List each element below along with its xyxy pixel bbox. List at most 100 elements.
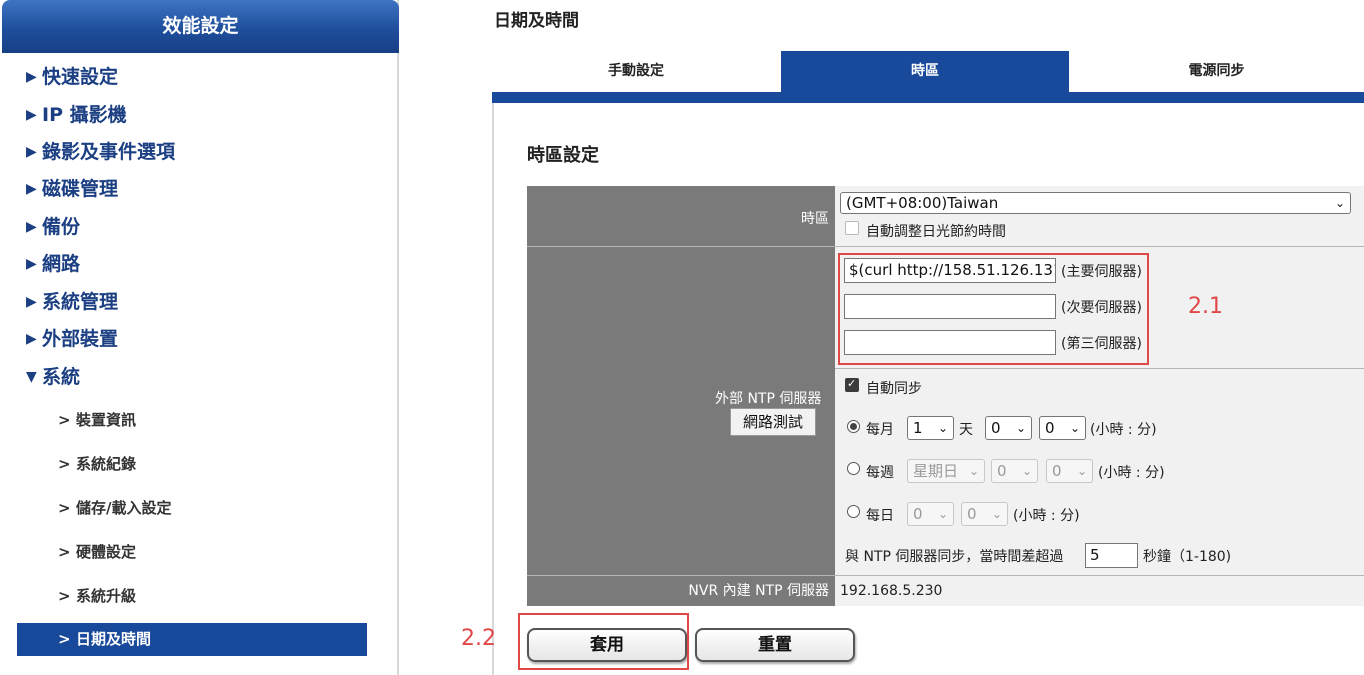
chevron-right-icon: >: [58, 411, 71, 429]
monthly-radio[interactable]: [847, 420, 860, 433]
menu-item-label: 備份: [42, 216, 81, 238]
chevron-down-icon: ⌄: [1334, 196, 1345, 210]
tab-power-sync[interactable]: 電源同步: [1069, 51, 1364, 92]
monthly-minute-select[interactable]: 0 ⌄: [1039, 416, 1086, 440]
sync-threshold-prefix: 與 NTP 伺服器同步，當時間差超過: [845, 549, 1064, 565]
monthly-unit: (小時 : 分): [1090, 422, 1157, 438]
daily-minute-select[interactable]: 0 ⌄: [961, 502, 1008, 526]
subitem-device-info[interactable]: > 裝置資訊: [58, 405, 136, 435]
timezone-select-value: (GMT+08:00)Taiwan: [846, 194, 999, 212]
timezone-select[interactable]: (GMT+08:00)Taiwan ⌄: [840, 192, 1351, 214]
menu-item-label: 快速設定: [42, 66, 119, 88]
auto-sync-checkbox[interactable]: [845, 377, 859, 392]
subitem-save-load-settings[interactable]: > 儲存/載入設定: [58, 493, 171, 523]
dst-label: 自動調整日光節約時間: [866, 224, 1006, 240]
monthly-day-value: 1: [913, 419, 923, 437]
menu-item-label: 外部裝置: [42, 328, 119, 350]
daily-unit: (小時 : 分): [1013, 508, 1080, 524]
triangle-right-icon: ▶: [26, 256, 37, 272]
triangle-right-icon: ▶: [26, 219, 37, 235]
daily-radio[interactable]: [847, 505, 860, 518]
annotation-box-apply: [518, 613, 689, 670]
menu-item-label: 錄影及事件選項: [42, 141, 176, 163]
annotation-label-2-2: 2.2: [461, 626, 496, 651]
weekly-hour-value: 0: [997, 462, 1007, 480]
chevron-right-icon: >: [58, 455, 71, 473]
triangle-right-icon: ▶: [26, 294, 37, 310]
weekly-hour-select[interactable]: 0 ⌄: [991, 459, 1038, 483]
chevron-down-icon: ⌄: [1076, 464, 1087, 478]
builtin-ntp-label-cell: NVR 內建 NTP 伺服器: [527, 576, 835, 606]
menu-item-backup[interactable]: ▶ 備份: [26, 210, 80, 244]
tab-timezone[interactable]: 時區: [781, 51, 1069, 92]
monthly-minute-value: 0: [1045, 419, 1055, 437]
subitem-label: 系統升級: [76, 587, 137, 605]
chevron-down-icon: ⌄: [1069, 421, 1080, 435]
network-test-button[interactable]: 網路測試: [730, 408, 816, 436]
triangle-right-icon: ▶: [26, 69, 37, 85]
reset-button[interactable]: 重置: [695, 628, 855, 662]
tab-bar: 手動設定 時區 電源同步: [492, 51, 1364, 92]
ntp-label: 外部 NTP 伺服器: [715, 391, 822, 407]
annotation-box-ntp: [838, 253, 1149, 365]
weekly-weekday-value: 星期日: [913, 462, 959, 480]
section-title: 時區設定: [527, 145, 599, 166]
monthly-label: 每月: [866, 422, 894, 438]
menu-item-external-devices[interactable]: ▶ 外部裝置: [26, 322, 118, 356]
sync-threshold-input[interactable]: 5: [1085, 543, 1138, 568]
daily-hour-value: 0: [913, 505, 923, 523]
triangle-right-icon: ▶: [26, 144, 37, 160]
menu-item-network[interactable]: ▶ 網路: [26, 247, 80, 281]
weekly-minute-value: 0: [1052, 462, 1062, 480]
monthly-day-select[interactable]: 1 ⌄: [907, 416, 954, 440]
chevron-right-icon: >: [58, 499, 71, 517]
timezone-label: 時區: [527, 186, 835, 246]
menu-item-ip-camera[interactable]: ▶ IP 攝影機: [26, 98, 127, 132]
weekly-weekday-select[interactable]: 星期日 ⌄: [907, 459, 985, 483]
subitem-label: 系統紀錄: [76, 455, 137, 473]
daily-minute-value: 0: [967, 505, 977, 523]
weekly-radio[interactable]: [847, 462, 860, 475]
menu-item-label: 磁碟管理: [42, 178, 119, 200]
triangle-right-icon: ▶: [26, 107, 37, 123]
menu-item-label: 網路: [42, 253, 81, 275]
annotation-label-2-1: 2.1: [1188, 294, 1223, 319]
menu-item-label: 系統: [42, 366, 81, 388]
subitem-label: 日期及時間: [76, 630, 152, 648]
subitem-date-time[interactable]: > 日期及時間: [17, 623, 367, 656]
triangle-right-icon: ▶: [26, 181, 37, 197]
subitem-system-log[interactable]: > 系統紀錄: [58, 449, 136, 479]
tab-underline: [492, 92, 1364, 103]
builtin-ntp-label: NVR 內建 NTP 伺服器: [688, 583, 829, 599]
monthly-hour-select[interactable]: 0 ⌄: [985, 416, 1032, 440]
page-title: 日期及時間: [494, 11, 579, 31]
subitem-label: 硬體設定: [76, 543, 137, 561]
tab-manual-setting[interactable]: 手動設定: [492, 51, 780, 92]
subitem-system-upgrade[interactable]: > 系統升級: [58, 581, 136, 611]
chevron-right-icon: >: [58, 587, 71, 605]
monthly-hour-value: 0: [991, 419, 1001, 437]
auto-sync-label: 自動同步: [866, 381, 922, 397]
menu-item-quick-setup[interactable]: ▶ 快速設定: [26, 60, 118, 94]
subitem-hardware-settings[interactable]: > 硬體設定: [58, 537, 136, 567]
menu-item-system[interactable]: ▼ 系統: [26, 360, 80, 394]
dst-checkbox[interactable]: [845, 221, 859, 235]
monthly-day-unit: 天: [959, 422, 973, 438]
weekly-unit: (小時 : 分): [1098, 465, 1165, 481]
menu-item-label: 系統管理: [42, 291, 119, 313]
chevron-right-icon: >: [58, 543, 71, 561]
row-divider: [835, 368, 1364, 369]
weekly-minute-select[interactable]: 0 ⌄: [1046, 459, 1093, 483]
chevron-down-icon: ⌄: [1015, 421, 1026, 435]
builtin-ntp-value: 192.168.5.230: [840, 583, 943, 599]
chevron-right-icon: >: [58, 630, 71, 648]
menu-item-system-management[interactable]: ▶ 系統管理: [26, 285, 118, 319]
daily-hour-select[interactable]: 0 ⌄: [907, 502, 954, 526]
menu-item-recording-events[interactable]: ▶ 錄影及事件選項: [26, 135, 175, 169]
subitem-label: 裝置資訊: [76, 411, 137, 429]
chevron-down-icon: ⌄: [937, 421, 948, 435]
weekly-label: 每週: [866, 465, 894, 481]
menu-item-disk-management[interactable]: ▶ 磁碟管理: [26, 172, 118, 206]
chevron-down-icon: ⌄: [937, 507, 948, 521]
menu-item-label: IP 攝影機: [42, 104, 127, 126]
